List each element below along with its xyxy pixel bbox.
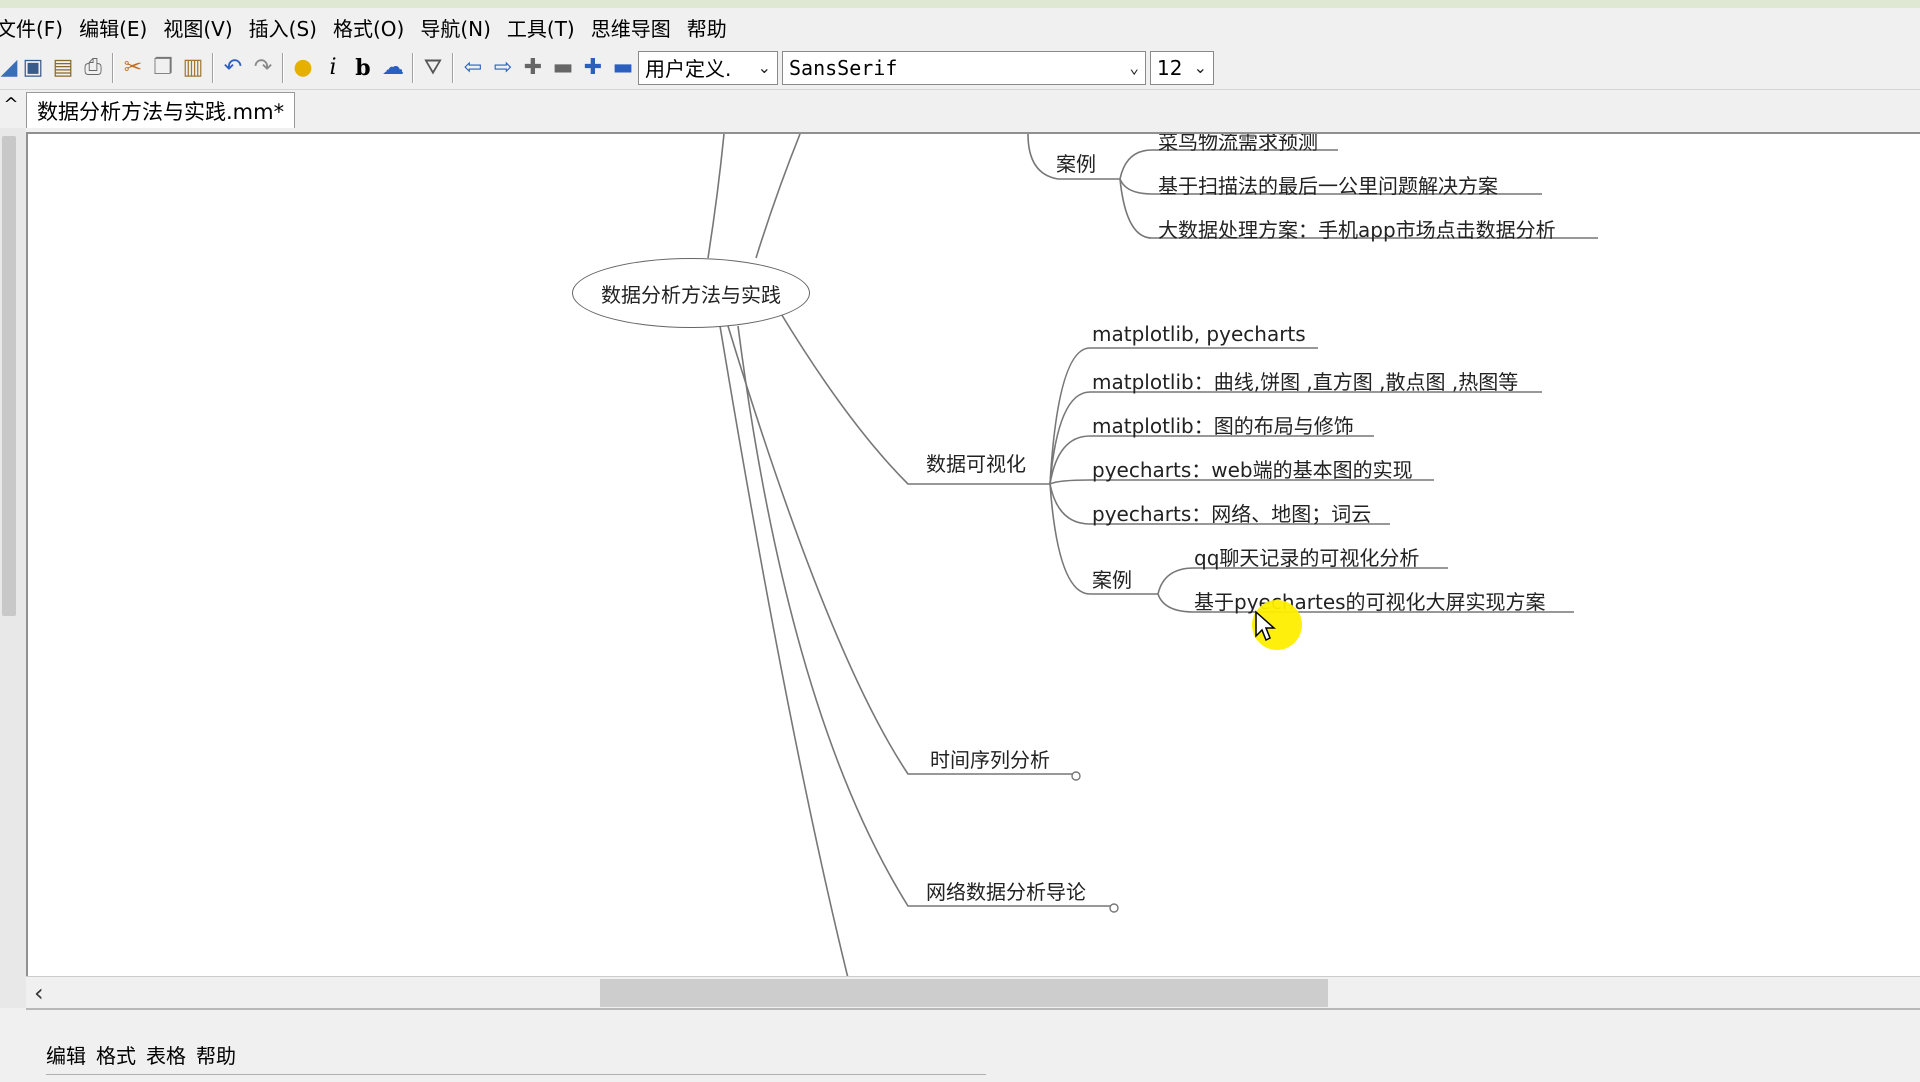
notes-menu-edit[interactable]: 编辑 [46, 1040, 86, 1069]
node-timeseries[interactable]: 时间序列分析 [930, 744, 1050, 773]
save-as-icon[interactable]: ▤ [48, 52, 78, 84]
node-viz-item-1[interactable]: matplotlib, pyecharts [1092, 322, 1306, 346]
toolbar: ◢ ▣ ▤ ⎙ ✂ ❐ ▥ ↶ ↷ ● i b ☁ ⛛ ⇦ ⇨ ✚ ▬ ✚ ▬ … [0, 46, 1920, 90]
horizontal-scrollbar[interactable]: ‹ [26, 976, 1920, 1008]
redo-icon[interactable]: ↷ [248, 52, 278, 84]
edge-root-up-2 [755, 134, 801, 259]
toolbar-separator [282, 52, 284, 83]
toolbar-separator [112, 52, 114, 83]
tab-document[interactable]: 数据分析方法与实践.mm* [26, 92, 296, 128]
node-case-top[interactable]: 案例 [1056, 148, 1096, 177]
node-case-top-item-1[interactable]: 菜鸟物流需求预测 [1158, 134, 1318, 155]
notes-menu-format[interactable]: 格式 [96, 1040, 136, 1069]
remove-child-icon[interactable]: ▬ [608, 52, 638, 84]
save-icon[interactable]: ▣ [18, 52, 48, 84]
fold-indicator [1109, 903, 1119, 913]
size-combo-value: 12 [1157, 55, 1183, 80]
horizontal-scroll-thumb[interactable] [600, 979, 1328, 1007]
node-viz[interactable]: 数据可视化 [926, 448, 1026, 477]
chevron-down-icon: ⌄ [1129, 58, 1139, 77]
fold-indicator [1071, 771, 1081, 781]
bold-icon[interactable]: b [348, 52, 378, 84]
font-combo[interactable]: SansSerif ⌄ [782, 50, 1146, 85]
mindmap-edges [707, 134, 1598, 976]
menu-tools[interactable]: 工具(T) [499, 13, 583, 42]
root-node-label: 数据分析方法与实践 [601, 282, 781, 307]
node-viz-case-item-2[interactable]: 基于pyechartes的可视化大屏实现方案 [1194, 586, 1546, 615]
node-case-top-item-3[interactable]: 大数据处理方案：手机app市场点击数据分析 [1158, 214, 1556, 243]
chevron-down-icon: ⌄ [1193, 58, 1207, 77]
vertical-scroll-thumb[interactable] [2, 136, 16, 616]
undo-icon[interactable]: ↶ [218, 52, 248, 84]
remove-node-icon[interactable]: ▬ [548, 52, 578, 84]
open-icon[interactable]: ◢ [0, 52, 18, 84]
node-viz-item-3[interactable]: matplotlib：图的布局与修饰 [1092, 410, 1354, 439]
toolbar-separator [412, 52, 414, 83]
menu-navigate[interactable]: 导航(N) [412, 13, 499, 42]
add-node-icon[interactable]: ✚ [518, 52, 548, 84]
print-icon[interactable]: ⎙ [78, 52, 108, 84]
notes-panel: 编辑 格式 表格 帮助 [26, 1008, 1920, 1080]
notes-menu: 编辑 格式 表格 帮助 [46, 1040, 246, 1069]
filter-icon[interactable]: ⛛ [418, 52, 448, 84]
node-viz-case[interactable]: 案例 [1092, 564, 1132, 593]
add-child-icon[interactable]: ✚ [578, 52, 608, 84]
menu-help[interactable]: 帮助 [679, 13, 735, 42]
node-case-top-item-2[interactable]: 基于扫描法的最后一公里问题解决方案 [1158, 170, 1498, 199]
menu-insert[interactable]: 插入(S) [241, 13, 325, 42]
font-combo-value: SansSerif [789, 55, 898, 80]
italic-icon[interactable]: i [318, 52, 348, 84]
edge-network [737, 325, 1112, 907]
mindmap-canvas[interactable]: 数据分析方法与实践 案例 菜鸟物流需求预测 基于扫描法的最后一公里问题解决方案 … [26, 132, 1920, 976]
menu-edit[interactable]: 编辑(E) [71, 13, 155, 42]
toolbar-separator [212, 52, 214, 83]
vertical-scrollbar[interactable] [0, 128, 26, 1008]
style-combo-value: 用户定义. [645, 57, 732, 81]
copy-icon[interactable]: ❐ [148, 52, 178, 84]
menu-format[interactable]: 格式(O) [325, 13, 412, 42]
root-node[interactable]: 数据分析方法与实践 [572, 258, 810, 328]
tab-strip: ^ 数据分析方法与实践.mm* [0, 90, 1920, 128]
chevron-up-icon[interactable]: ^ [0, 94, 22, 124]
node-viz-item-5[interactable]: pyecharts：网络、地图；词云 [1092, 498, 1371, 527]
cloud-icon[interactable]: ☁ [378, 52, 408, 84]
forward-icon[interactable]: ⇨ [488, 52, 518, 84]
node-viz-case-item-1[interactable]: qq聊天记录的可视化分析 [1194, 542, 1419, 571]
idea-icon[interactable]: ● [288, 52, 318, 84]
mouse-pointer-icon [1255, 610, 1276, 642]
node-viz-item-2[interactable]: matplotlib：曲线,饼图 ,直方图 ,散点图 ,热图等 [1092, 366, 1518, 395]
tab-title: 数据分析方法与实践.mm* [37, 99, 285, 124]
menu-file[interactable]: 文件(F) [0, 13, 71, 42]
edge-timeseries [727, 325, 1074, 775]
edge-root-up-1 [707, 134, 725, 259]
chevron-down-icon: ⌄ [757, 58, 771, 77]
node-viz-item-4[interactable]: pyecharts：web端的基本图的实现 [1092, 454, 1413, 483]
window-top-border [0, 0, 1920, 8]
size-combo[interactable]: 12 ⌄ [1150, 50, 1214, 85]
menu-mindmap[interactable]: 思维导图 [583, 13, 679, 42]
cut-icon[interactable]: ✂ [118, 52, 148, 84]
notes-menu-table[interactable]: 表格 [146, 1040, 186, 1069]
back-icon[interactable]: ⇦ [458, 52, 488, 84]
style-combo[interactable]: 用户定义. ⌄ [638, 50, 778, 85]
toolbar-separator [452, 52, 454, 83]
paste-icon[interactable]: ▥ [178, 52, 208, 84]
notes-toolbar [46, 1074, 986, 1082]
menu-view[interactable]: 视图(V) [155, 13, 240, 42]
notes-menu-help[interactable]: 帮助 [196, 1040, 236, 1069]
node-network[interactable]: 网络数据分析导论 [926, 876, 1086, 905]
edge-down [719, 325, 849, 976]
menu-bar: 文件(F) 编辑(E) 视图(V) 插入(S) 格式(O) 导航(N) 工具(T… [0, 8, 1920, 46]
scroll-left-icon[interactable]: ‹ [34, 979, 44, 1007]
